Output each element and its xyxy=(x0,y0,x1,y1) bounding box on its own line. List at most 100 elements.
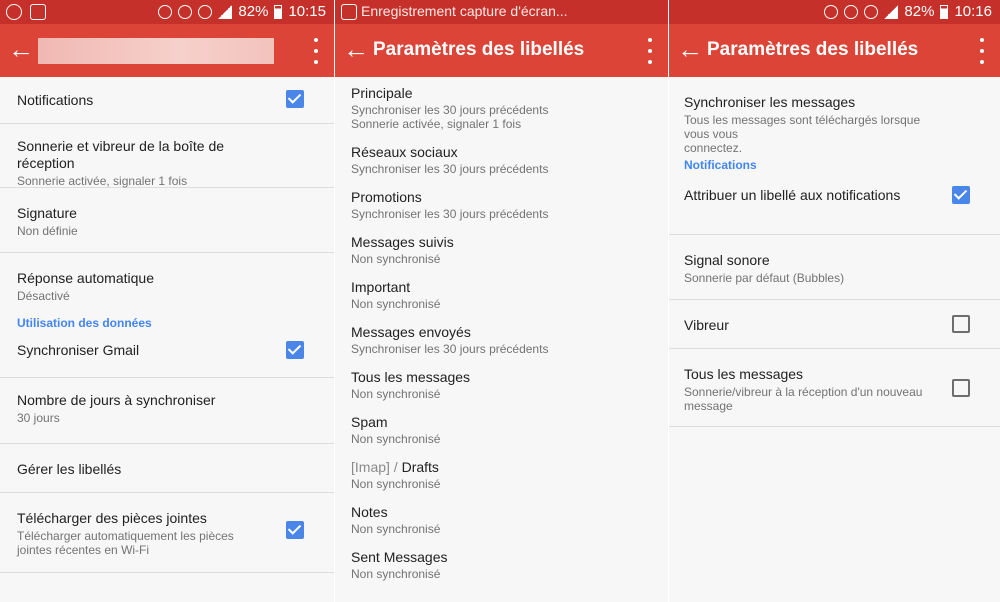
setting-title: Vibreur xyxy=(684,317,729,333)
setting-title: Attribuer un libellé aux notifications xyxy=(684,187,901,203)
label-title: Tous les messages xyxy=(351,369,471,385)
label-title: Réseaux sociaux xyxy=(351,144,458,160)
notifications-checkbox[interactable] xyxy=(286,90,304,108)
wifi-icon xyxy=(198,5,213,19)
setting-vibrate[interactable]: Vibreur xyxy=(669,300,1000,349)
label-item-social[interactable]: Réseaux sociaux Synchroniser les 30 jour… xyxy=(351,144,652,176)
label-item-sent-messages[interactable]: Sent Messages Non synchronisé xyxy=(351,549,652,581)
app-bar: ← Paramètres des libellés xyxy=(669,24,1000,77)
label-subtitle-line2: Sonnerie activée, signaler 1 fois xyxy=(351,117,522,131)
signal-icon xyxy=(884,5,899,19)
screen-label-list: Enregistrement capture d'écran... ← Para… xyxy=(335,0,668,602)
setting-title: Notifications xyxy=(17,92,94,108)
back-arrow-icon[interactable]: ← xyxy=(343,36,369,64)
setting-subtitle-line2: connectez. xyxy=(684,141,743,155)
status-bar: Enregistrement capture d'écran... xyxy=(335,0,668,24)
label-subtitle: Non synchronisé xyxy=(351,567,441,581)
wifi-icon xyxy=(864,5,879,19)
account-title-blurred xyxy=(38,38,274,64)
label-item-promotions[interactable]: Promotions Synchroniser les 30 jours pré… xyxy=(351,189,652,221)
screen-label-settings: 82% 10:16 ← Paramètres des libellés Sync… xyxy=(669,0,1000,602)
setting-title: Réponse automatique xyxy=(17,270,154,286)
label-subtitle: Non synchronisé xyxy=(351,432,441,446)
setting-notifications[interactable]: Notifications xyxy=(0,77,334,124)
setting-label-notifications[interactable]: Attribuer un libellé aux notifications xyxy=(669,177,1000,235)
more-options-icon[interactable] xyxy=(642,38,658,64)
back-arrow-icon[interactable]: ← xyxy=(8,36,34,64)
label-settings-list: Synchroniser les messages Tous les messa… xyxy=(669,77,1000,427)
mute-icon xyxy=(158,5,173,19)
page-title: Paramètres des libellés xyxy=(707,39,919,60)
label-item-principale[interactable]: Principale Synchroniser les 30 jours pré… xyxy=(351,85,652,131)
mute-icon xyxy=(824,5,839,19)
every-message-checkbox[interactable] xyxy=(952,379,970,397)
label-subtitle: Synchroniser les 30 jours précédents xyxy=(351,162,549,176)
setting-auto-reply[interactable]: Réponse automatique Désactivé xyxy=(0,253,334,315)
setting-subtitle: 30 jours xyxy=(17,411,60,425)
label-subtitle: Non synchronisé xyxy=(351,297,441,311)
setting-title: Télécharger des pièces jointes xyxy=(17,510,207,526)
status-bar: 82% 10:15 xyxy=(0,0,334,24)
label-notifications-checkbox[interactable] xyxy=(952,186,970,204)
label-item-all-mail[interactable]: Tous les messages Non synchronisé xyxy=(351,369,652,401)
setting-subtitle: Sonnerie activée, signaler 1 fois xyxy=(17,174,188,188)
label-title: Notes xyxy=(351,504,388,520)
setting-sync-gmail[interactable]: Synchroniser Gmail xyxy=(0,332,334,378)
label-subtitle: Synchroniser les 30 jours précédents xyxy=(351,342,549,356)
setting-subtitle: Désactivé xyxy=(17,289,70,303)
setting-subtitle: Sonnerie/vibreur à la réception d'un nou… xyxy=(684,385,923,399)
download-attachments-checkbox[interactable] xyxy=(286,521,304,539)
vibrate-checkbox[interactable] xyxy=(952,315,970,333)
label-title: Principale xyxy=(351,85,413,101)
label-item-starred[interactable]: Messages suivis Non synchronisé xyxy=(351,234,652,266)
label-title: Spam xyxy=(351,414,388,430)
label-item-important[interactable]: Important Non synchronisé xyxy=(351,279,652,311)
page-title: Paramètres des libellés xyxy=(373,39,585,60)
label-subtitle: Non synchronisé xyxy=(351,387,441,401)
more-options-icon[interactable] xyxy=(974,38,990,64)
setting-subtitle: Télécharger automatiquement les pièces xyxy=(17,529,234,543)
label-title: Messages suivis xyxy=(351,234,454,250)
clock: 10:16 xyxy=(954,3,992,20)
battery-icon xyxy=(274,5,283,19)
label-title: Promotions xyxy=(351,189,422,205)
setting-notify-every-message[interactable]: Tous les messages Sonnerie/vibreur à la … xyxy=(669,349,1000,427)
setting-download-attachments[interactable]: Télécharger des pièces jointes Télécharg… xyxy=(0,493,334,573)
label-title: Sent Messages xyxy=(351,549,448,565)
battery-percent: 82% xyxy=(238,3,269,20)
setting-inbox-sound[interactable]: Sonnerie et vibreur de la boîte de récep… xyxy=(0,124,334,188)
setting-manage-labels[interactable]: Gérer les libellés xyxy=(0,444,334,493)
alarm-icon xyxy=(178,5,193,19)
setting-title: Tous les messages xyxy=(684,366,804,382)
setting-title: Signature xyxy=(17,205,77,221)
setting-sync-messages[interactable]: Synchroniser les messages Tous les messa… xyxy=(669,77,1000,155)
setting-subtitle: Sonnerie par défaut (Bubbles) xyxy=(684,271,845,285)
status-bar: 82% 10:16 xyxy=(669,0,1000,24)
label-title: Important xyxy=(351,279,411,295)
clock: 10:15 xyxy=(288,3,326,20)
label-title-name: Drafts xyxy=(401,459,439,475)
section-header-notifications: Notifications xyxy=(684,158,757,172)
label-item-spam[interactable]: Spam Non synchronisé xyxy=(351,414,652,446)
label-title-prefix: [Imap] / xyxy=(351,459,402,475)
label-subtitle: Non synchronisé xyxy=(351,522,441,536)
back-arrow-icon[interactable]: ← xyxy=(677,36,703,64)
label-subtitle: Non synchronisé xyxy=(351,477,441,491)
label-item-notes[interactable]: Notes Non synchronisé xyxy=(351,504,652,536)
sync-gmail-checkbox[interactable] xyxy=(286,341,304,359)
setting-subtitle: Tous les messages sont téléchargés lorsq… xyxy=(684,113,921,141)
screenshot-icon xyxy=(341,4,357,20)
setting-sound[interactable]: Signal sonore Sonnerie par défaut (Bubbl… xyxy=(669,235,1000,300)
label-subtitle: Synchroniser les 30 jours précédents xyxy=(351,103,549,117)
setting-title: Signal sonore xyxy=(684,252,770,268)
setting-days-to-sync[interactable]: Nombre de jours à synchroniser 30 jours xyxy=(0,378,334,444)
more-options-icon[interactable] xyxy=(308,38,324,64)
battery-percent: 82% xyxy=(904,3,935,20)
label-subtitle: Non synchronisé xyxy=(351,252,441,266)
label-item-sent[interactable]: Messages envoyés Synchroniser les 30 jou… xyxy=(351,324,652,356)
battery-icon xyxy=(940,5,949,19)
screen-account-settings: 82% 10:15 ← Notifications Sonnerie et vi… xyxy=(0,0,334,602)
label-item-imap-drafts[interactable]: [Imap] / Drafts Non synchronisé xyxy=(351,459,652,491)
signal-icon xyxy=(218,5,233,19)
setting-signature[interactable]: Signature Non définie xyxy=(0,188,334,253)
